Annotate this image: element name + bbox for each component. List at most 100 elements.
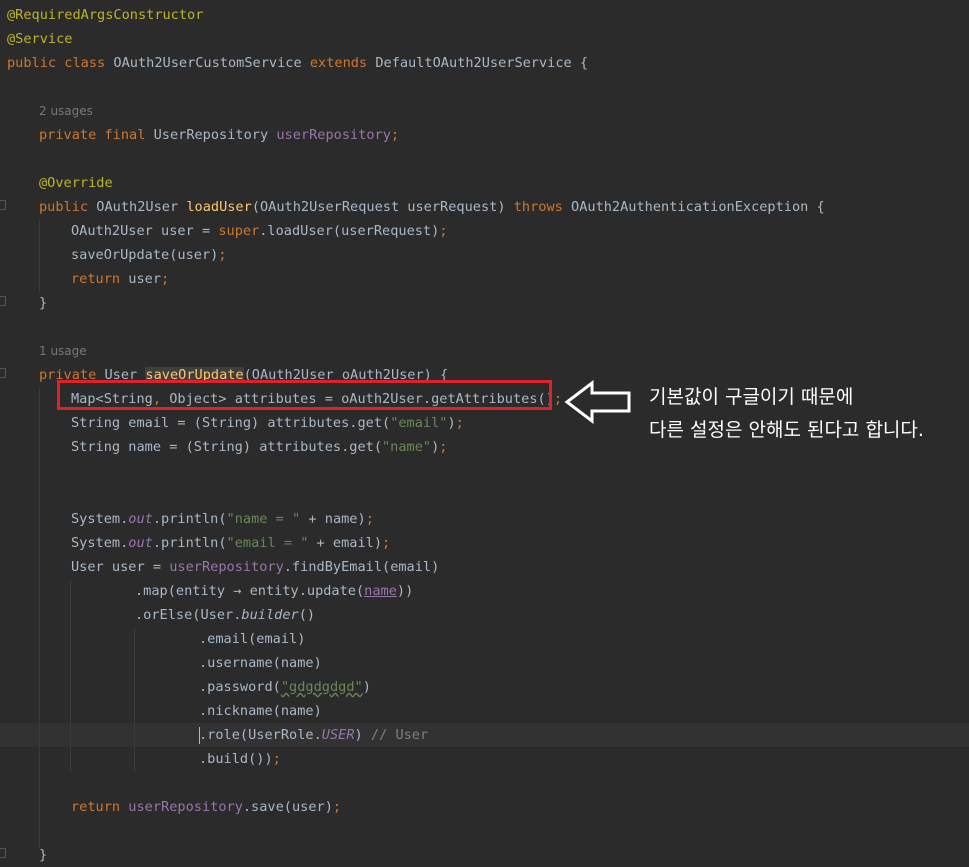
punctuation-token: ;: [365, 511, 374, 527]
annotation-token: @Override: [39, 175, 113, 191]
code-token: System.: [71, 535, 129, 551]
class-name-token: OAuth2UserCustomService: [113, 55, 310, 71]
code-token: .password(: [199, 679, 281, 695]
code-line: .orElse(User.builder(): [135, 603, 315, 627]
code-token: .map(entity: [135, 583, 234, 599]
indent-guide: [39, 220, 40, 292]
code-line: .build());: [199, 747, 281, 771]
string-token: "name = ": [226, 511, 301, 527]
code-token: saveOrUpdate(user): [71, 247, 219, 263]
fold-marker-icon[interactable]: [0, 848, 6, 858]
code-token: .nickname(name): [199, 703, 322, 719]
code-line: private final UserRepository userReposit…: [39, 123, 399, 147]
enum-constant-token: USER: [321, 727, 355, 743]
code-token: ): [447, 415, 456, 431]
brace-token: }: [39, 847, 48, 863]
indent-guide: [70, 580, 71, 772]
punctuation-token: ;: [455, 415, 464, 431]
code-line: String name = (String) attributes.get("n…: [71, 435, 447, 459]
code-token: String name = (String) attributes.get(: [71, 439, 382, 455]
usages-hint[interactable]: 1 usage: [39, 339, 87, 363]
punctuation-token: ;: [553, 391, 563, 407]
punctuation-token: ;: [272, 751, 281, 767]
code-token: ): [354, 727, 371, 743]
code-token: .role(UserRole.: [199, 727, 322, 743]
punctuation-token: ;: [161, 271, 170, 287]
string-token: "email = ": [226, 535, 309, 551]
code-token: .println(: [152, 535, 227, 551]
code-token: OAuth2User user =: [71, 223, 219, 239]
code-token: .username(name): [199, 655, 322, 671]
indent-guide: [134, 628, 135, 772]
keyword-token: public: [39, 199, 97, 215]
code-token: .orElse(User.: [135, 607, 242, 623]
punctuation-token: ;: [390, 127, 400, 143]
params-token: (OAuth2UserRequest userRequest): [251, 199, 514, 215]
code-token: + name): [300, 511, 366, 527]
usages-hint[interactable]: 2 usages: [39, 99, 93, 123]
code-line: .email(email): [199, 627, 305, 651]
captured-variable-token: name: [364, 583, 397, 599]
code-token: + email): [308, 535, 383, 551]
type-token: OAuth2User: [96, 199, 187, 215]
field-token: userRepository: [169, 559, 284, 575]
code-line: return user;: [71, 267, 169, 291]
code-editor[interactable]: @RequiredArgsConstructor @Service public…: [0, 0, 969, 866]
code-token: System.: [71, 511, 129, 527]
code-token: .save(user): [242, 799, 333, 815]
comment-token: // User: [370, 727, 429, 743]
code-line: String email = (String) attributes.get("…: [71, 411, 464, 435]
code-token: )): [396, 583, 414, 599]
static-method-token: builder: [241, 607, 299, 623]
arrow-left-icon: [564, 380, 631, 424]
code-token: .loadUser(userRequest): [259, 223, 440, 239]
code-line: .password("gdgdgdgd"): [199, 675, 371, 699]
code-line: public class OAuth2UserCustomService ext…: [7, 51, 588, 75]
code-line: return userRepository.save(user);: [71, 795, 341, 819]
code-line: }: [39, 843, 47, 867]
fold-marker-icon[interactable]: [0, 296, 6, 306]
code-line: public OAuth2User loadUser(OAuth2UserReq…: [39, 195, 825, 219]
field-token: userRepository: [276, 127, 391, 143]
annotation-note-line1: 기본값이 구글이기 때문에: [649, 386, 854, 408]
code-token: user: [128, 271, 162, 287]
code-line: System.out.println("name = " + name);: [71, 507, 374, 531]
annotation-token: @RequiredArgsConstructor: [7, 7, 204, 23]
indent-guide: [39, 388, 40, 848]
code-token: String email = (String) attributes.get(: [71, 415, 391, 431]
code-line: saveOrUpdate(user);: [71, 243, 227, 267]
punctuation-token: ;: [332, 799, 342, 815]
code-line: .nickname(name): [199, 699, 322, 723]
fold-marker-icon[interactable]: [0, 200, 6, 210]
static-field-token: out: [128, 511, 153, 527]
fold-marker-icon[interactable]: [0, 368, 6, 378]
code-line: OAuth2User user = super.loadUser(userReq…: [71, 219, 448, 243]
type-token: OAuth2AuthenticationException {: [571, 199, 825, 215]
highlight-box: [57, 380, 552, 410]
method-name-token: loadUser: [186, 199, 252, 215]
punctuation-token: ;: [218, 247, 227, 263]
type-token: UserRepository: [153, 127, 277, 143]
code-line: .role(UserRole.USER) // User: [199, 723, 428, 747]
code-line: @RequiredArgsConstructor: [7, 3, 203, 27]
annotation-token: @Service: [7, 31, 73, 47]
code-line: }: [39, 291, 47, 315]
code-token: .println(: [152, 511, 227, 527]
brace-token: }: [39, 295, 48, 311]
string-token: "email": [390, 415, 448, 431]
keyword-token: return: [71, 271, 129, 287]
annotation-note-line2: 다른 설정은 안해도 된다고 합니다.: [649, 419, 924, 441]
string-token: "name": [382, 439, 432, 455]
keyword-token: return: [71, 799, 129, 815]
code-line: @Service: [7, 27, 72, 51]
code-token: .build()): [199, 751, 273, 767]
code-line: User user = userRepository.findByEmail(e…: [71, 555, 439, 579]
keyword-token: public class: [7, 55, 114, 71]
punctuation-token: ;: [382, 535, 391, 551]
field-token: userRepository: [128, 799, 243, 815]
keyword-token: throws: [513, 199, 572, 215]
code-token: .email(email): [199, 631, 306, 647]
code-token: .findByEmail(email): [283, 559, 440, 575]
string-token: "gdgdgdgd": [280, 679, 363, 695]
code-line: @Override: [39, 171, 113, 195]
